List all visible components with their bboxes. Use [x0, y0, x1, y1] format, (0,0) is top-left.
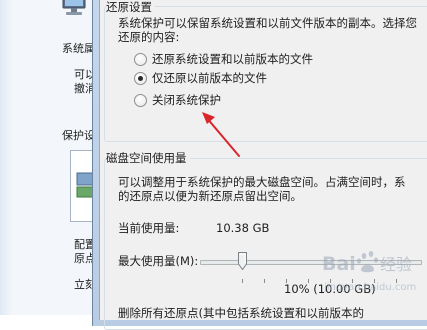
disk-space-description-line1: 可以调整用于系统保护的最大磁盘空间。占满空间时，系	[118, 175, 406, 189]
restore-description-line1: 系统保护可以保留系统设置和以前文件版本的副本。选择您	[118, 16, 417, 30]
bg-label-protection-settings: 保护设	[62, 129, 95, 142]
radio-restore-files-only[interactable]: 仅还原以前版本的文件	[134, 70, 267, 86]
disk-space-description-line2: 的还原点以便为新还原点留出空间。	[118, 189, 302, 203]
current-usage-value: 10.38 GB	[216, 221, 270, 235]
disk-space-heading: 磁盘空间使用量	[106, 150, 190, 166]
radio-label: 仅还原以前版本的文件	[152, 71, 267, 85]
radio-restore-system-and-files[interactable]: 还原系统设置和以前版本的文件	[134, 51, 313, 67]
radio-label: 还原系统设置和以前版本的文件	[152, 52, 313, 66]
max-usage-slider-thumb[interactable]	[238, 252, 247, 270]
slider-tick	[242, 279, 243, 283]
restore-settings-heading: 还原设置	[106, 0, 155, 15]
bg-label-system: 系统属	[62, 42, 95, 55]
slider-tick	[264, 279, 265, 283]
delete-restore-points-text: 删除所有还原点(其中包括系统设置和以前版本的	[118, 306, 364, 320]
svg-text:Bai: Bai	[322, 253, 356, 275]
baidu-jingyan-watermark: Bai 经验 jingyan.baidu.com	[322, 251, 416, 293]
max-usage-label: 最大使用量(M):	[118, 254, 199, 268]
radio-button[interactable]	[134, 52, 147, 66]
radio-button-selected[interactable]	[134, 71, 147, 85]
computer-icon	[62, 0, 86, 15]
restore-description-line2: 还原的内容:	[118, 30, 180, 44]
current-usage-label: 当前使用量:	[118, 221, 180, 235]
radio-button[interactable]	[134, 93, 147, 107]
svg-text:经验: 经验	[380, 255, 412, 274]
svg-text:jingyan.baidu.com: jingyan.baidu.com	[323, 282, 416, 293]
